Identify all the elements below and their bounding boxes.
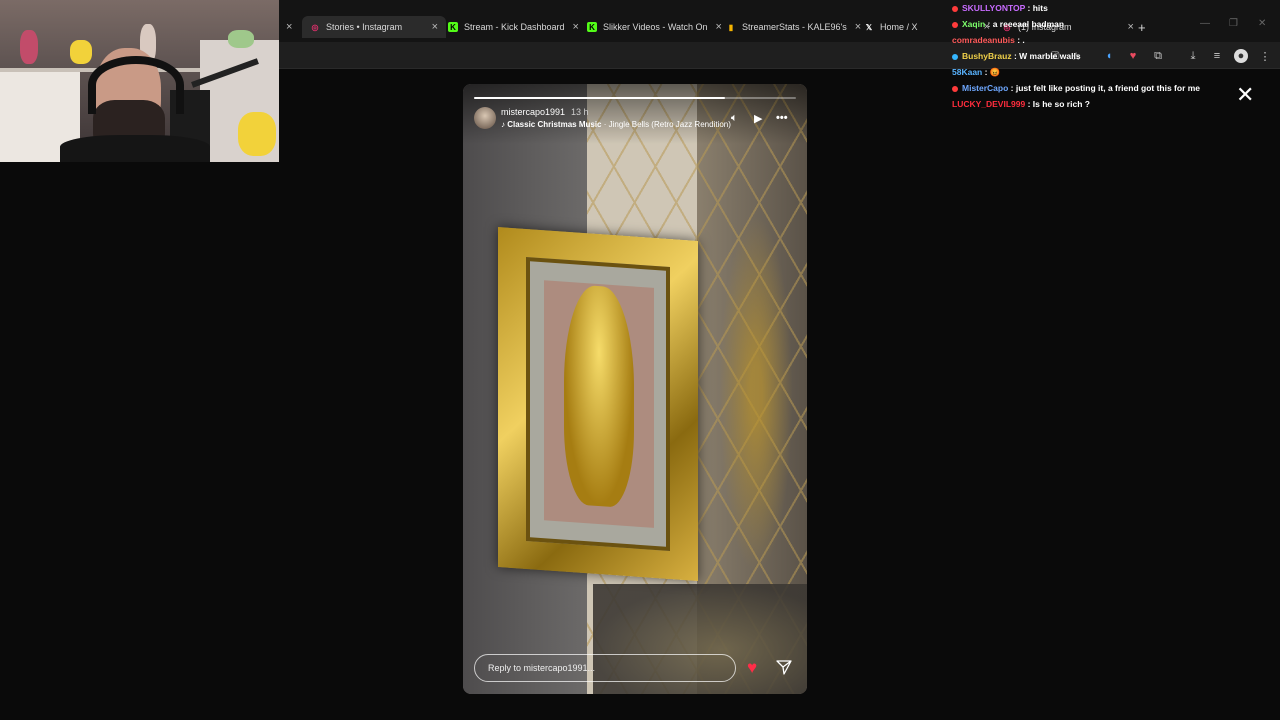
- chat-message: Xaqin : a reeeaal badman: [952, 16, 1272, 32]
- close-icon[interactable]: ×: [855, 21, 861, 33]
- chat-text: W marble walls: [1019, 51, 1081, 61]
- chat-username: BushyBrauz: [962, 51, 1012, 61]
- tab-label: Home / X: [880, 22, 918, 32]
- reply-placeholder: Reply to mistercapo1991...: [488, 663, 596, 673]
- more-icon[interactable]: •••: [776, 112, 788, 124]
- story-progress-fill: [474, 97, 726, 99]
- chat-message: comradeanubis : .: [952, 35, 1025, 45]
- tab-close-previous[interactable]: ×: [286, 16, 292, 38]
- tab-stories-instagram[interactable]: ◎ Stories • Instagram ×: [302, 16, 446, 38]
- tab-label: Stories • Instagram: [326, 22, 403, 32]
- close-icon[interactable]: ✕: [1236, 84, 1254, 106]
- avatar[interactable]: [474, 107, 496, 129]
- chat-username: Xaqin: [962, 19, 986, 29]
- story-image-gold-frame: [498, 227, 698, 581]
- story-viewer: mistercapo1991 13 h ♪ Classic Christmas M…: [463, 84, 807, 694]
- close-icon[interactable]: ×: [432, 21, 438, 33]
- tab-label: Stream - Kick Dashboard: [464, 22, 565, 32]
- tab-kick-dashboard[interactable]: K Stream - Kick Dashboard ×: [448, 16, 579, 38]
- chat-overlay: SKULLYONTOP : hits Xaqin : a reeeaal bad…: [952, 0, 1272, 112]
- chat-text: hits: [1032, 3, 1048, 13]
- reply-input[interactable]: Reply to mistercapo1991...: [474, 654, 736, 682]
- speaker-icon[interactable]: 🔈︎: [731, 112, 738, 125]
- chat-message: 58Kaan : 😡: [952, 67, 1001, 77]
- tab-slikker-videos[interactable]: K Slikker Videos - Watch On ×: [587, 16, 722, 38]
- tab-streamerstats[interactable]: ▮ StreamerStats - KALE96's ×: [726, 16, 861, 38]
- music-artist: Classic Christmas Music: [507, 120, 602, 129]
- chat-text: just felt like posting it, a friend got …: [1015, 83, 1201, 93]
- play-icon[interactable]: ▶: [754, 112, 762, 125]
- chat-message: MisterCapo : just felt like posting it, …: [952, 80, 1272, 96]
- chat-username: SKULLYONTOP: [962, 3, 1026, 13]
- music-track: Jingle Bells (Retro Jazz Rendition): [608, 120, 731, 129]
- close-icon[interactable]: ×: [573, 21, 579, 33]
- close-icon[interactable]: ×: [716, 21, 722, 33]
- tab-label: Slikker Videos - Watch On: [603, 22, 708, 32]
- heart-icon[interactable]: ♥: [747, 658, 757, 678]
- story-music[interactable]: ♪ Classic Christmas Music · Jingle Bells…: [501, 120, 731, 129]
- kick-icon: K: [448, 22, 458, 32]
- story-time: 13 h: [571, 107, 589, 117]
- chat-text: a reeeaal badman: [992, 19, 1065, 29]
- chat-username: LUCKY_DEVIL999: [952, 99, 1026, 109]
- x-logo-icon: 𝕏: [865, 22, 873, 32]
- kick-icon: K: [587, 22, 597, 32]
- bar-chart-icon: ▮: [728, 22, 734, 32]
- webcam-overlay: [0, 0, 279, 162]
- story-image-angel: [564, 283, 634, 509]
- chat-text: Is he so rich ?: [1032, 99, 1090, 109]
- instagram-icon: ◎: [311, 22, 319, 32]
- tab-label: StreamerStats - KALE96's: [742, 22, 847, 32]
- chat-text: .: [1022, 35, 1025, 45]
- send-icon[interactable]: [776, 659, 792, 675]
- chat-username: MisterCapo: [962, 83, 1009, 93]
- chat-message: SKULLYONTOP : hits: [952, 0, 1272, 16]
- chat-username: comradeanubis: [952, 35, 1015, 45]
- story-username-row: mistercapo1991 13 h: [501, 107, 589, 117]
- chat-username: 58Kaan: [952, 67, 983, 77]
- chat-text: 😡: [989, 67, 1001, 77]
- story-username[interactable]: mistercapo1991: [501, 107, 565, 117]
- chat-message: LUCKY_DEVIL999 : Is he so rich ?: [952, 99, 1090, 109]
- chat-message: BushyBrauz : W marble walls: [952, 48, 1272, 64]
- story-progress-bar: [474, 97, 796, 99]
